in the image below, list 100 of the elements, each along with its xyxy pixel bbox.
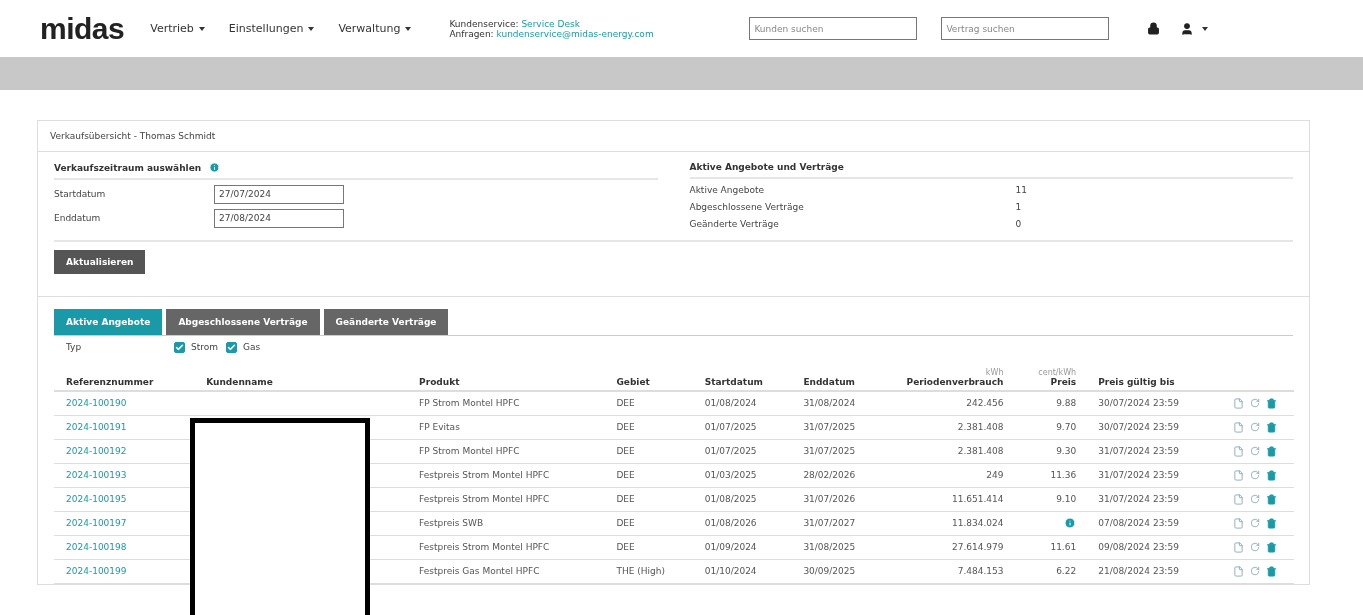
table-cell: 01/08/2025 — [692, 487, 792, 511]
table-cell: FP Strom Montel HPFC — [407, 391, 605, 415]
summary-label: Abgeschlossene Verträge — [689, 201, 805, 212]
table-cell: 11.36 — [1013, 463, 1087, 487]
field-label: Enddatum — [54, 213, 102, 223]
contact-link[interactable]: Service Desk — [521, 18, 580, 29]
reference-link[interactable]: 2024-100191 — [66, 422, 127, 432]
document-icon[interactable] — [1233, 397, 1245, 409]
table-cell: 11.834.024 — [890, 511, 1014, 535]
refresh-icon[interactable] — [1250, 422, 1261, 432]
table-cell: Festpreis Gas Montel HPFC — [407, 559, 605, 583]
search-field[interactable]: Vertrag suchen — [941, 17, 1110, 40]
trash-icon[interactable] — [1266, 469, 1278, 481]
refresh-icon[interactable] — [1250, 446, 1261, 456]
refresh-button[interactable]: Aktualisieren — [54, 250, 146, 274]
table-cell: DEE — [604, 487, 693, 511]
refresh-icon[interactable] — [1250, 494, 1261, 504]
column-header: Enddatum — [791, 366, 891, 391]
user-icon[interactable] — [1180, 21, 1195, 36]
refresh-icon[interactable] — [1250, 542, 1261, 552]
nav-menu[interactable]: Vertrieb — [150, 22, 205, 35]
document-icon[interactable] — [1233, 493, 1245, 505]
table-cell: 31/07/2024 23:59 — [1086, 487, 1222, 511]
lock-icon[interactable] — [1147, 22, 1161, 35]
trash-icon[interactable] — [1266, 397, 1278, 409]
trash-icon[interactable] — [1266, 421, 1278, 433]
reference-link[interactable]: 2024-100198 — [66, 542, 127, 552]
table-cell: 31/07/2026 — [791, 487, 891, 511]
table-cell: 242.456 — [890, 391, 1014, 415]
nav-menu[interactable]: Verwaltung — [338, 22, 412, 35]
table-cell: 21/08/2024 23:59 — [1086, 559, 1222, 583]
search-field[interactable]: Kunden suchen — [749, 17, 918, 40]
reference-link[interactable]: 2024-100199 — [66, 566, 127, 576]
tab[interactable]: Aktive Angebote — [54, 309, 163, 335]
logo[interactable]: midas — [40, 11, 125, 46]
document-icon[interactable] — [1233, 445, 1245, 457]
date-field[interactable]: 27/08/2024 — [214, 208, 344, 228]
filter-label: Typ — [66, 342, 83, 352]
info-icon[interactable] — [209, 162, 221, 173]
document-icon[interactable] — [1233, 421, 1245, 433]
document-icon[interactable] — [1233, 517, 1245, 529]
document-icon[interactable] — [1233, 541, 1245, 553]
column-header: Startdatum — [692, 366, 792, 391]
reference-link[interactable]: 2024-100197 — [66, 518, 127, 528]
summary-label: Geänderte Verträge — [689, 218, 780, 229]
table-cell: 01/07/2025 — [692, 439, 792, 463]
table-cell: 2.381.408 — [890, 415, 1014, 439]
table-cell: 01/09/2024 — [692, 535, 792, 559]
contact-link[interactable]: kundenservice@midas-energy.com — [496, 28, 654, 39]
table-cell: 31/07/2025 — [791, 439, 891, 463]
table-cell: DEE — [604, 439, 693, 463]
info-icon[interactable] — [1064, 517, 1077, 529]
checkbox-label: Strom — [191, 342, 219, 352]
nav-menu[interactable]: Einstellungen — [228, 22, 315, 35]
table-cell: 31/07/2027 — [791, 511, 891, 535]
tab[interactable]: Geänderte Verträge — [323, 309, 449, 335]
column-header: Kundenname — [194, 366, 408, 391]
trash-icon[interactable] — [1266, 565, 1278, 577]
column-header: Preis gültig bis — [1086, 366, 1222, 391]
refresh-icon[interactable] — [1250, 518, 1261, 528]
table-cell: 27.614.979 — [890, 535, 1014, 559]
reference-link[interactable]: 2024-100195 — [66, 494, 127, 504]
contact-line: Kundenservice: Service Desk — [449, 18, 581, 29]
date-field[interactable]: 27/07/2024 — [214, 184, 344, 204]
table-cell: DEE — [604, 511, 693, 535]
reference-link[interactable]: 2024-100193 — [66, 470, 127, 480]
trash-icon[interactable] — [1266, 541, 1278, 553]
checkbox[interactable] — [174, 341, 185, 353]
document-icon[interactable] — [1233, 565, 1245, 577]
table-cell: DEE — [604, 415, 693, 439]
table-cell: 09/08/2024 23:59 — [1086, 535, 1222, 559]
column-header: cent/kWh Preis — [1013, 366, 1087, 391]
table-cell: 01/08/2024 — [692, 391, 792, 415]
table-cell: 2.381.408 — [890, 439, 1014, 463]
table-cell: 31/07/2024 23:59 — [1086, 463, 1222, 487]
panel-title: Verkaufsübersicht - Thomas Schmidt — [38, 121, 1309, 152]
reference-link[interactable]: 2024-100192 — [66, 446, 127, 456]
refresh-icon[interactable] — [1250, 470, 1261, 480]
reference-link[interactable]: 2024-100190 — [66, 398, 127, 409]
table-cell: 11.651.414 — [890, 487, 1014, 511]
table-cell: 9.10 — [1013, 487, 1087, 511]
refresh-icon[interactable] — [1250, 566, 1261, 576]
summary-value: 11 — [1015, 184, 1028, 195]
tab[interactable]: Abgeschlossene Verträge — [166, 309, 320, 335]
table-cell: 31/07/2024 23:59 — [1086, 439, 1222, 463]
summary-value: 1 — [1015, 201, 1023, 212]
checkbox[interactable] — [226, 341, 238, 353]
field-label: Startdatum — [54, 189, 107, 199]
column-header: kWh Periodenverbrauch — [890, 366, 1014, 391]
trash-icon[interactable] — [1266, 445, 1278, 457]
table-cell: THE (High) — [604, 559, 693, 583]
refresh-icon[interactable] — [1250, 398, 1261, 409]
document-icon[interactable] — [1233, 469, 1245, 481]
table-cell: 01/10/2024 — [692, 559, 792, 583]
trash-icon[interactable] — [1266, 493, 1278, 505]
table-cell: 01/03/2025 — [692, 463, 792, 487]
trash-icon[interactable] — [1266, 517, 1278, 529]
column-header: Gebiet — [604, 366, 693, 391]
summary-label: Aktive Angebote — [689, 184, 766, 195]
table-cell: Festpreis SWB — [407, 511, 605, 535]
